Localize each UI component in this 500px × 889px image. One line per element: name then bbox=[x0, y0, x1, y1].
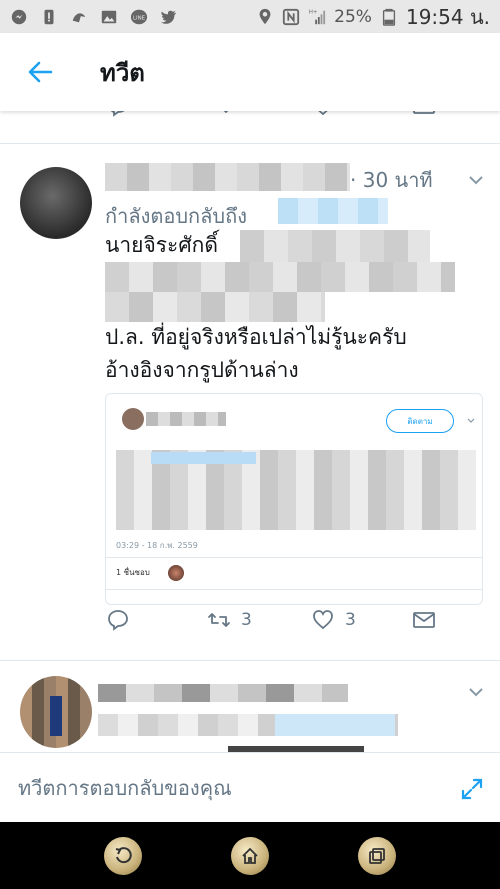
system-nav-bar bbox=[0, 822, 500, 889]
redacted-username bbox=[98, 684, 348, 702]
redacted-username bbox=[105, 163, 350, 191]
quoted-likes: 1 ชื่นชอบ bbox=[116, 568, 150, 577]
svg-text:LINE: LINE bbox=[133, 15, 146, 21]
redacted-text bbox=[240, 230, 430, 262]
like-count: 3 bbox=[345, 610, 356, 630]
battery-percent: 25% bbox=[334, 6, 372, 27]
divider bbox=[0, 143, 500, 144]
retweet-count: 3 bbox=[241, 610, 252, 630]
chevron-down-icon[interactable] bbox=[466, 682, 486, 702]
page-title: ทวีต bbox=[100, 58, 145, 87]
reply-input-placeholder: ทวีตการตอบกลับของคุณ bbox=[18, 775, 232, 800]
share-button[interactable] bbox=[412, 608, 436, 632]
avatar bbox=[122, 408, 144, 430]
svg-text:H+: H+ bbox=[309, 9, 318, 15]
nav-home-button[interactable] bbox=[230, 836, 269, 875]
avatar bbox=[168, 565, 184, 581]
top-app-bar: ทวีต bbox=[0, 33, 500, 111]
home-icon bbox=[242, 847, 258, 864]
like-button[interactable]: 3 bbox=[311, 608, 356, 632]
redacted-link bbox=[275, 714, 395, 736]
reply-icon bbox=[108, 610, 128, 631]
replying-to-label: กำลังตอบกลับถึง bbox=[105, 204, 247, 228]
redacted-username bbox=[146, 412, 226, 426]
retweet-button[interactable]: 3 bbox=[207, 608, 252, 632]
retweet-icon bbox=[208, 613, 230, 627]
back-arrow-icon bbox=[28, 61, 53, 83]
back-icon bbox=[116, 846, 133, 863]
divider bbox=[106, 589, 482, 590]
clock: 19:54 น. bbox=[405, 4, 490, 29]
status-bar: LINE H+ 25% 19:54 น. bbox=[0, 0, 500, 33]
nav-back-button[interactable] bbox=[104, 836, 143, 875]
tweet-text-line1: นายจิระศักดิ์ bbox=[105, 233, 218, 257]
divider bbox=[0, 660, 500, 661]
line-icon: LINE bbox=[130, 8, 148, 26]
nav-recents-button[interactable] bbox=[357, 836, 396, 875]
mail-icon bbox=[413, 612, 435, 628]
redacted-text bbox=[105, 292, 325, 322]
signal-icon: H+ bbox=[308, 8, 326, 26]
image-icon bbox=[100, 8, 118, 26]
avatar[interactable] bbox=[20, 167, 92, 239]
redacted-mention[interactable] bbox=[278, 198, 388, 224]
tweet-text-line5: อ้างอิงจากรูปด้านล่าง bbox=[105, 358, 299, 382]
redacted-link bbox=[151, 452, 256, 464]
heart-icon bbox=[313, 610, 333, 630]
chevron-down-icon bbox=[467, 418, 475, 423]
app-notification-icon bbox=[70, 8, 88, 26]
twitter-icon bbox=[160, 8, 178, 26]
battery-icon bbox=[380, 8, 398, 26]
quoted-date: 03:29 - 18 ก.พ. 2559 bbox=[116, 541, 198, 550]
recents-icon bbox=[368, 847, 385, 864]
divider bbox=[106, 557, 482, 558]
alert-icon bbox=[40, 8, 58, 26]
expand-icon[interactable] bbox=[460, 777, 484, 801]
back-button[interactable] bbox=[0, 33, 80, 111]
reply-button[interactable] bbox=[106, 608, 130, 632]
redacted-text bbox=[105, 262, 455, 292]
tweet-time: · 30 นาที bbox=[350, 168, 433, 192]
follow-button[interactable]: ติดตาม bbox=[386, 409, 454, 433]
messenger-icon bbox=[10, 8, 28, 26]
quoted-tweet-card[interactable]: ติดตาม 03:29 - 18 ก.พ. 2559 1 ชื่นชอบ bbox=[105, 393, 483, 605]
location-icon bbox=[256, 8, 274, 26]
nfc-icon bbox=[282, 8, 300, 26]
reply-composer[interactable]: ทวีตการตอบกลับของคุณ bbox=[0, 752, 500, 822]
tweet-text-line4: ป.ล. ที่อยู่จริงหรือเปล่าไม่รู้นะครับ bbox=[105, 325, 407, 349]
chevron-down-icon[interactable] bbox=[466, 170, 486, 190]
avatar[interactable] bbox=[20, 676, 92, 748]
